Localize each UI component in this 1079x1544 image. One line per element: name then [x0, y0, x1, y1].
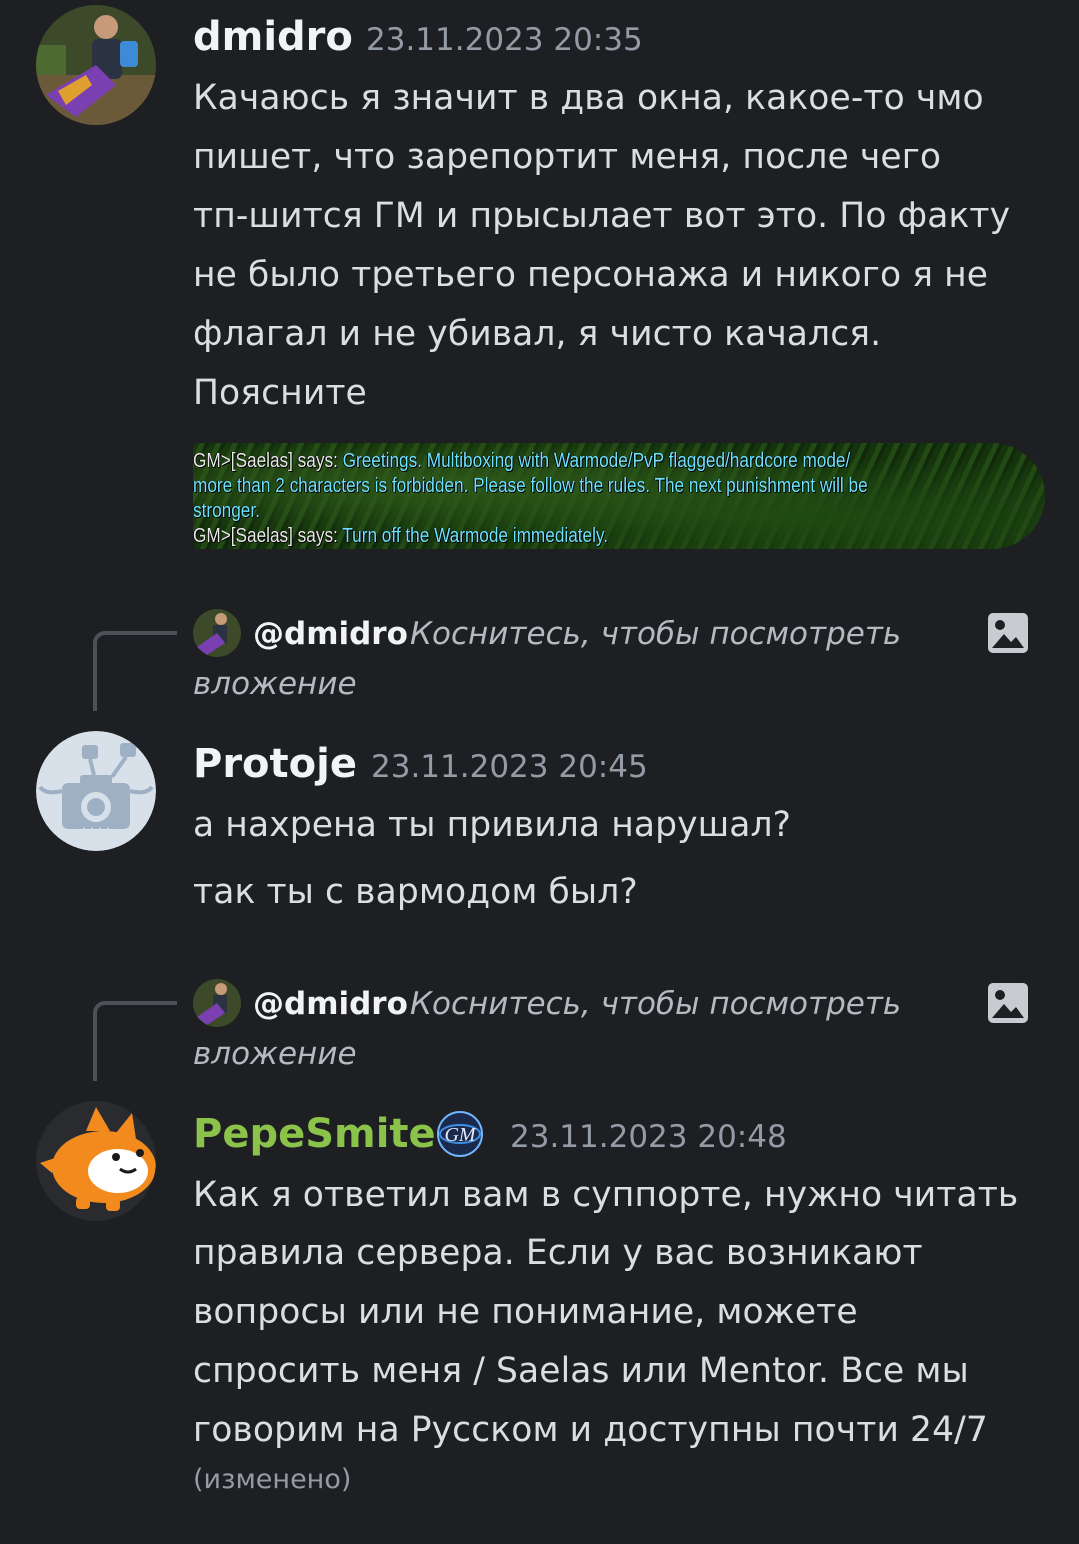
reply-username[interactable]: @dmidro — [253, 616, 408, 652]
message-text-line: Качаюсь я значит в два окна, какое-то чм… — [193, 78, 984, 118]
reply-avatar — [193, 979, 241, 1027]
message-text-line: флагал и не убивал, я чисто качался. — [193, 314, 882, 354]
message-text-line: не было третьего персонажа и никого я не — [193, 255, 989, 295]
svg-text:GM: GM — [444, 1124, 476, 1146]
message-text-line: правила сервера. Если у вас возникают — [193, 1233, 923, 1273]
message-text-line: тп-шится ГМ и прысылает вот это. По факт… — [193, 196, 1011, 236]
message-text-line: Поясните — [193, 373, 367, 413]
reply-avatar — [193, 609, 241, 657]
message-text-line: так ты с вармодом был? — [193, 872, 638, 912]
game-chat-line: GM>[Saelas] says: Turn off the Warmode i… — [193, 525, 609, 547]
username[interactable]: Protoje — [193, 741, 357, 787]
avatar-pepesmite[interactable] — [36, 1101, 156, 1221]
username[interactable]: dmidro — [193, 14, 353, 60]
message-text-line: а нахрена ты привила нарушал? — [193, 805, 792, 845]
edited-label: (изменено) — [193, 1464, 352, 1495]
reply-username[interactable]: @dmidro — [253, 986, 408, 1022]
message-text-line: вопросы или не понимание, можете — [193, 1292, 858, 1332]
reply-connector — [93, 631, 177, 711]
gm-badge-icon: GM — [437, 1111, 483, 1157]
avatar-dmidro[interactable] — [36, 5, 156, 125]
game-chat-line: stronger. — [193, 500, 260, 522]
image-attachment-icon[interactable] — [987, 982, 1029, 1024]
chat-view: dmidro 23.11.2023 20:35 Качаюсь я значит… — [0, 0, 1079, 1544]
reply-preview-text[interactable]: вложение — [193, 666, 357, 702]
username[interactable]: PepeSmite — [193, 1111, 436, 1157]
image-attachment[interactable]: GM>[Saelas] says: Greetings. Multiboxing… — [193, 443, 1045, 549]
timestamp: 23.11.2023 20:35 — [366, 22, 643, 58]
message-text-line: спросить меня / Saelas или Mentor. Все м… — [193, 1351, 969, 1391]
game-chat-line: more than 2 characters is forbidden. Ple… — [193, 475, 868, 497]
image-attachment-icon[interactable] — [987, 612, 1029, 654]
reply-connector — [93, 1001, 177, 1081]
message-text-line: пишет, что зарепортит меня, после чего — [193, 137, 942, 177]
message-text-line: Как я ответил вам в суппорте, нужно чита… — [193, 1175, 1019, 1215]
reply-preview-text[interactable]: Коснитесь, чтобы посмотреть — [410, 616, 901, 652]
game-chat-line: GM>[Saelas] says: Greetings. Multiboxing… — [193, 450, 851, 472]
reply-preview-text[interactable]: вложение — [193, 1036, 357, 1072]
timestamp: 23.11.2023 20:45 — [371, 749, 648, 785]
reply-preview-text[interactable]: Коснитесь, чтобы посмотреть — [410, 986, 901, 1022]
avatar-protoje[interactable] — [36, 731, 156, 851]
message-text-line: говорим на Русском и доступны почти 24/7 — [193, 1410, 988, 1450]
timestamp: 23.11.2023 20:48 — [510, 1119, 787, 1155]
